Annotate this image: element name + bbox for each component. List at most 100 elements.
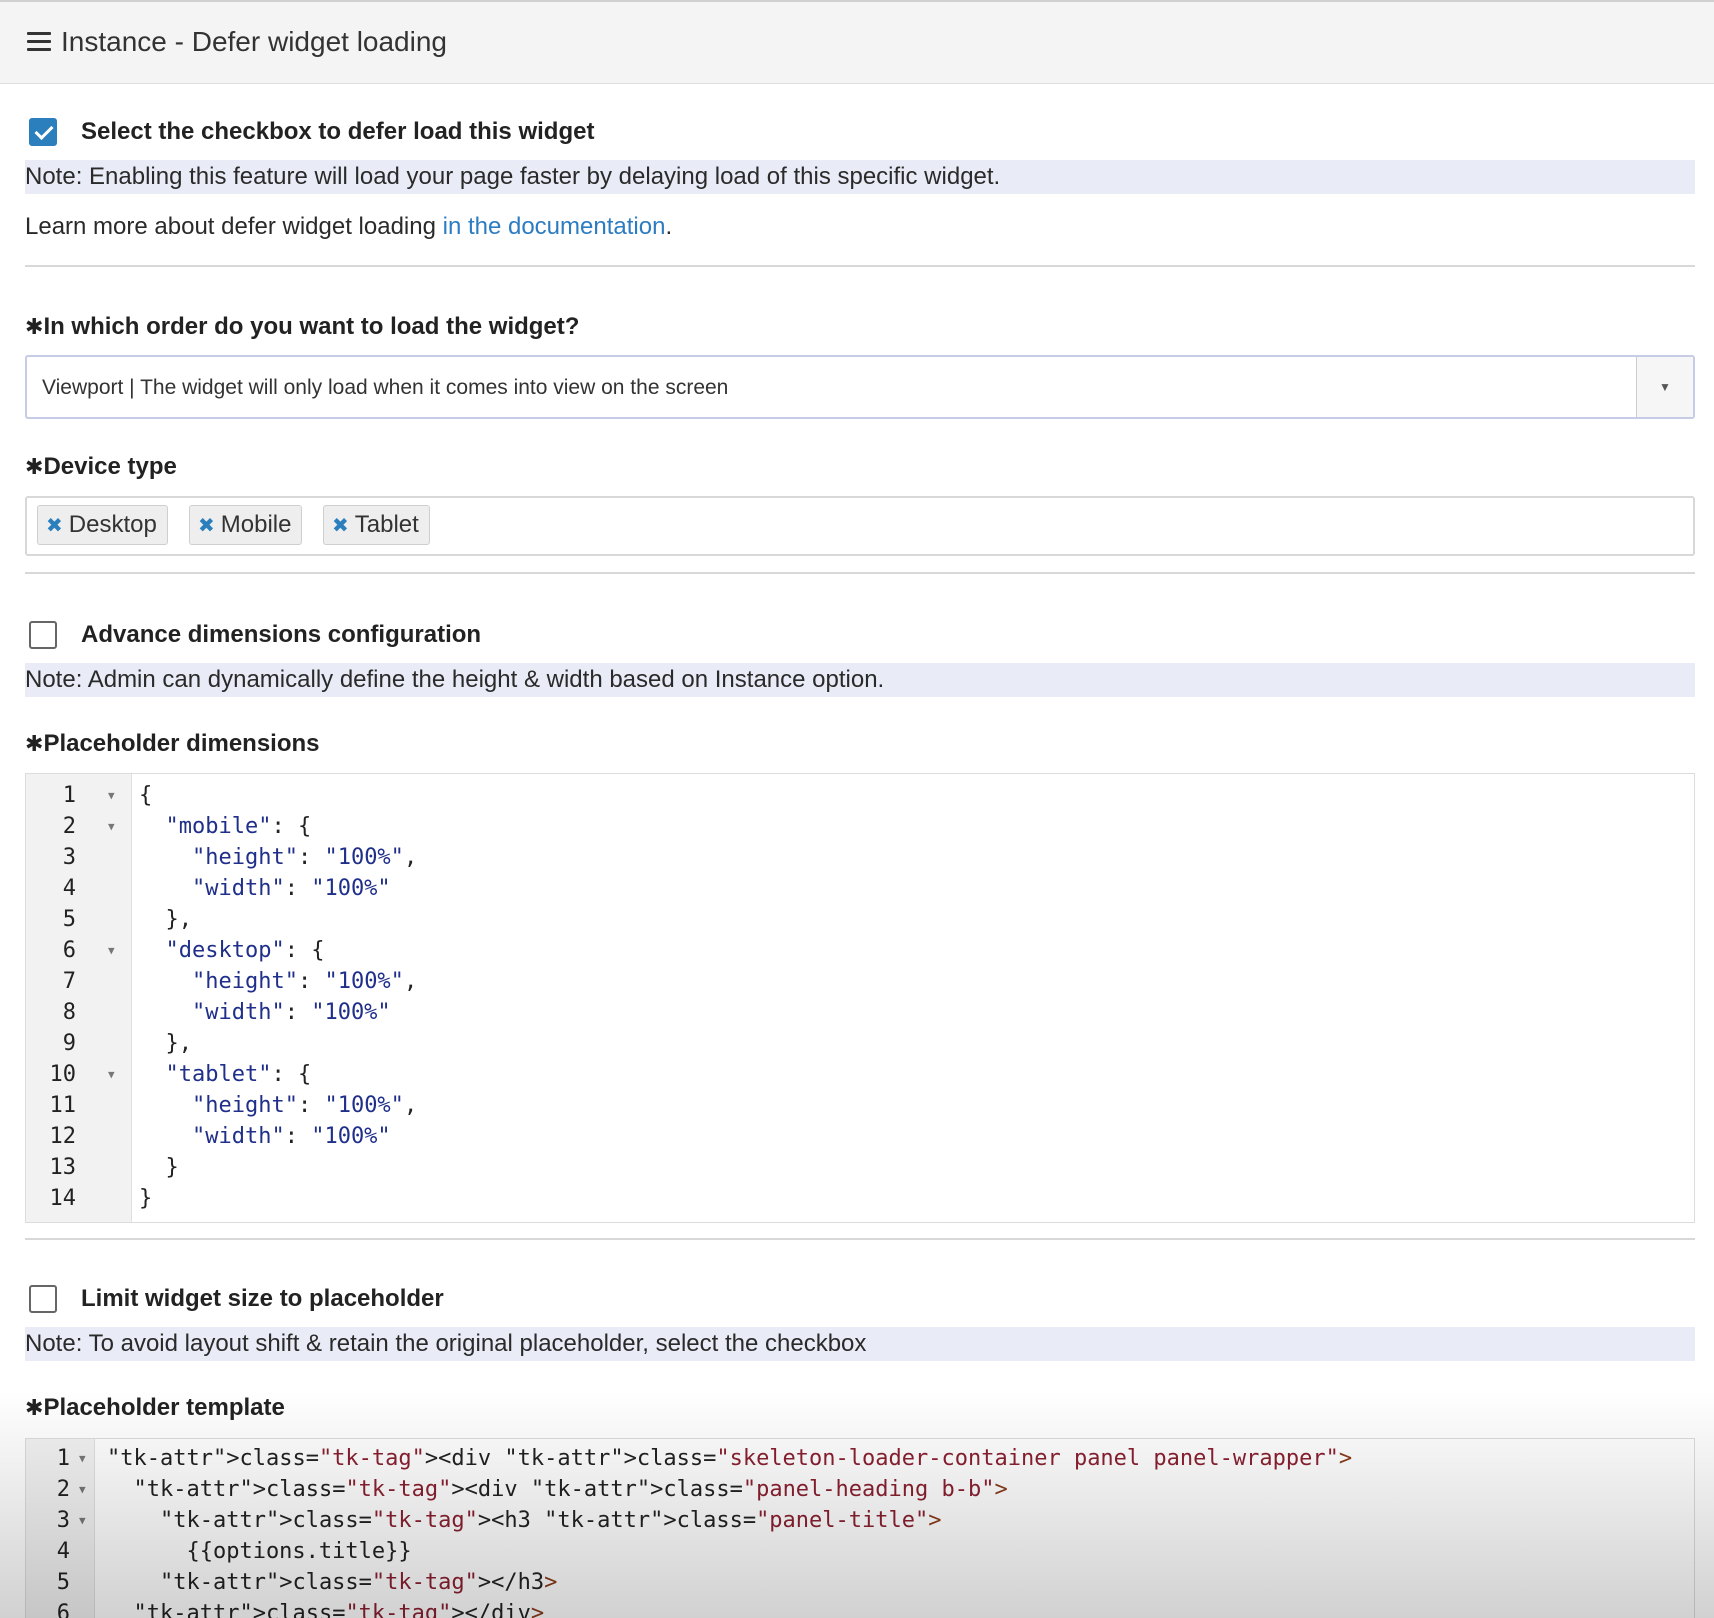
code-line: 1 ▼ { <box>26 781 1694 811</box>
limit-size-row: Limit widget size to placeholder <box>29 1285 444 1313</box>
line-number: 7 <box>62 969 76 994</box>
code-text: } <box>139 1186 153 1211</box>
code-line: 8 "width": "100%" <box>26 998 1694 1028</box>
limit-size-checkbox[interactable] <box>29 1285 57 1313</box>
placeholder-dimensions-editor[interactable]: 1 ▼{2 ▼ "mobile": {3 "height": "100%", 4 "w… <box>25 773 1695 1223</box>
line-number: 1 <box>62 783 76 808</box>
required-mark: ✱ <box>25 314 44 339</box>
code-text: {{options.title}} <box>107 1539 412 1564</box>
advance-dimensions-checkbox[interactable] <box>29 621 57 649</box>
code-line: 9 }, <box>26 1029 1694 1059</box>
line-number: 2 <box>56 1477 70 1502</box>
code-line: 7 "height": "100%", <box>26 967 1694 997</box>
remove-x-icon[interactable]: ✖ <box>46 515 63 537</box>
code-line: 10 ▼ "tablet": { <box>26 1060 1694 1090</box>
line-number: 5 <box>62 907 76 932</box>
fold-arrow-icon[interactable]: ▼ <box>108 1060 115 1090</box>
line-number: 11 <box>49 1093 77 1118</box>
required-mark: ✱ <box>25 1395 44 1420</box>
code-text: "tk-attr">class="tk-tag"><div "tk-attr">… <box>133 1477 1008 1502</box>
code-line: 6 "tk-attr">class="tk-tag"></div> <box>26 1599 1694 1618</box>
remove-x-icon[interactable]: ✖ <box>332 515 349 537</box>
required-mark: ✱ <box>25 454 44 479</box>
limit-size-label: Limit widget size to placeholder <box>81 1285 444 1312</box>
placeholder-dimensions-label: ✱Placeholder dimensions <box>25 730 320 758</box>
line-number: 6 <box>56 1601 70 1618</box>
code-line: 6 ▼ "desktop": { <box>26 936 1694 966</box>
page-title: Instance - Defer widget loading <box>61 26 447 57</box>
documentation-link[interactable]: in the documentation <box>443 213 666 240</box>
fold-arrow-icon[interactable]: ▼ <box>79 1506 86 1536</box>
advance-note: Note: Admin can dynamically define the h… <box>25 663 1695 697</box>
line-number: 6 <box>62 938 76 963</box>
device-tag-mobile: ✖ Mobile <box>189 505 303 545</box>
placeholder-template-label: ✱Placeholder template <box>25 1394 285 1422</box>
line-number: 4 <box>56 1539 70 1564</box>
code-line: 11 "height": "100%", <box>26 1091 1694 1121</box>
line-number: 12 <box>49 1124 77 1149</box>
code-line: 13 } <box>26 1153 1694 1183</box>
page-header: Instance - Defer widget loading <box>0 0 1714 84</box>
remove-x-icon[interactable]: ✖ <box>198 515 215 537</box>
line-number: 9 <box>62 1031 76 1056</box>
code-text: }, <box>139 1031 192 1056</box>
page: Instance - Defer widget loading Select t… <box>0 0 1714 1618</box>
fold-arrow-icon[interactable]: ▼ <box>79 1475 86 1505</box>
hamburger-menu-icon[interactable] <box>27 32 51 52</box>
defer-note: Note: Enabling this feature will load yo… <box>25 160 1695 194</box>
order-label-text: In which order do you want to load the w… <box>43 313 580 340</box>
placeholder-dimensions-label-text: Placeholder dimensions <box>43 730 320 757</box>
load-order-value: Viewport | The widget will only load whe… <box>42 376 729 399</box>
line-number: 14 <box>49 1186 77 1211</box>
fold-arrow-icon[interactable]: ▼ <box>108 812 115 842</box>
defer-load-row: Select the checkbox to defer load this w… <box>29 118 594 146</box>
device-tag-label: Tablet <box>354 511 419 538</box>
code-text: "height": "100%", <box>191 845 418 870</box>
code-line: 1 ▼ "tk-attr">class="tk-tag"><div "tk-attr… <box>26 1444 1694 1474</box>
fold-arrow-icon[interactable]: ▼ <box>79 1444 86 1474</box>
code-text: } <box>139 1155 179 1180</box>
code-line: 4 {{options.title}} <box>26 1537 1694 1567</box>
code-text: "desktop": { <box>165 938 325 963</box>
line-number: 4 <box>62 876 76 901</box>
device-tag-label: Desktop <box>68 511 157 538</box>
defer-load-checkbox[interactable] <box>29 118 57 146</box>
code-line: 14} <box>26 1184 1694 1214</box>
code-line: 4 "width": "100%" <box>26 874 1694 904</box>
learn-more-text: Learn more about defer widget loading in… <box>25 213 672 241</box>
code-text: "width": "100%" <box>191 876 391 901</box>
code-line: 12 "width": "100%" <box>26 1122 1694 1152</box>
code-text: "height": "100%", <box>191 1093 418 1118</box>
code-line: 5 "tk-attr">class="tk-tag"></h3> <box>26 1568 1694 1598</box>
required-mark: ✱ <box>25 731 44 756</box>
divider <box>25 265 1695 267</box>
device-type-label: ✱Device type <box>25 453 177 481</box>
placeholder-template-editor[interactable]: 1 ▼ "tk-attr">class="tk-tag"><div "tk-attr… <box>25 1438 1695 1618</box>
divider <box>25 1238 1695 1240</box>
code-text: "tk-attr">class="tk-tag"><div "tk-attr">… <box>107 1446 1353 1471</box>
defer-load-label: Select the checkbox to defer load this w… <box>81 118 595 145</box>
learn-more-suffix: . <box>665 213 673 240</box>
code-line: 2 ▼ "mobile": { <box>26 812 1694 842</box>
placeholder-template-label-text: Placeholder template <box>43 1394 285 1421</box>
code-line: 3 ▼ "tk-attr">class="tk-tag"><h3 "tk-attr… <box>26 1506 1694 1536</box>
code-line: 5 }, <box>26 905 1694 935</box>
code-text: "tk-attr">class="tk-tag"></h3> <box>159 1570 558 1595</box>
code-text: "tablet": { <box>165 1062 312 1087</box>
advance-dimensions-row: Advance dimensions configuration <box>29 621 481 649</box>
line-number: 10 <box>49 1062 77 1087</box>
code-text: }, <box>139 907 192 932</box>
device-type-multiselect[interactable]: ✖ Desktop ✖ Mobile ✖ Tablet <box>25 496 1695 556</box>
code-text: "width": "100%" <box>191 1000 391 1025</box>
device-tag-label: Mobile <box>220 511 292 538</box>
line-number: 3 <box>62 845 76 870</box>
line-number: 8 <box>62 1000 76 1025</box>
load-order-select[interactable]: Viewport | The widget will only load whe… <box>25 355 1695 419</box>
code-text: "tk-attr">class="tk-tag"></div> <box>133 1601 545 1618</box>
fold-arrow-icon[interactable]: ▼ <box>108 936 115 966</box>
limit-note: Note: To avoid layout shift & retain the… <box>25 1327 1695 1361</box>
advance-dimensions-label: Advance dimensions configuration <box>81 621 482 648</box>
fold-arrow-icon[interactable]: ▼ <box>108 781 115 811</box>
caret-down-icon[interactable]: ▼ <box>1636 357 1693 417</box>
device-type-label-text: Device type <box>43 453 177 480</box>
